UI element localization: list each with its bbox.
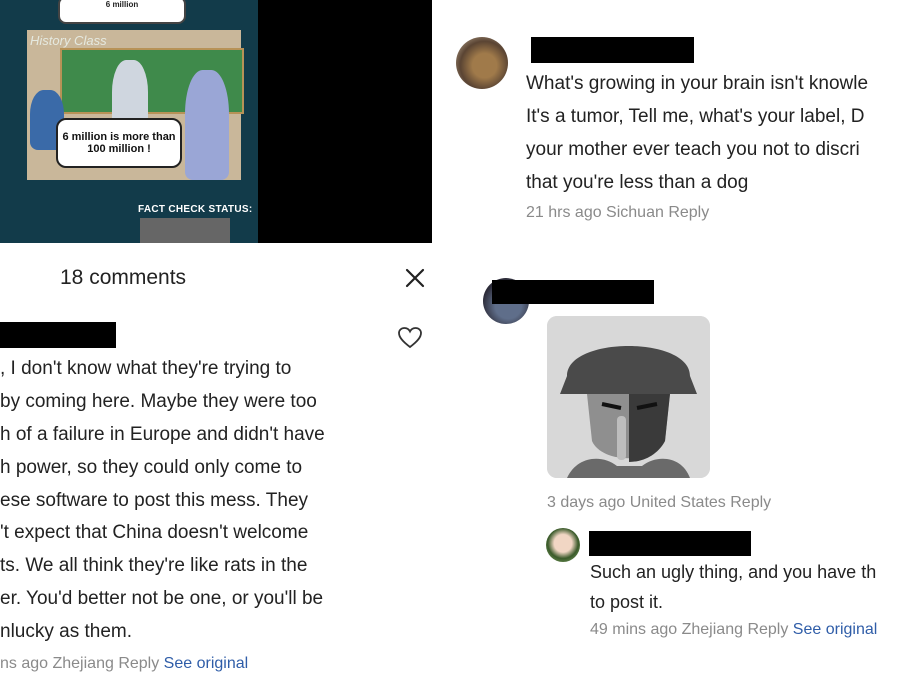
speech-bubble-top: 6 million <box>58 0 186 24</box>
meme-poster: History Class 6 million 6 million is mor… <box>0 0 258 243</box>
comment-time-location: 21 hrs ago Sichuan <box>526 204 664 221</box>
reply-button[interactable]: Reply <box>747 621 788 638</box>
reply-button[interactable]: Reply <box>668 204 709 221</box>
comment-line: h power, so they could only come to <box>0 457 303 478</box>
reply-line: Such an ugly thing, and you have th <box>590 562 877 582</box>
comment-time-location: 49 mins ago Zhejiang <box>590 621 743 638</box>
see-original-link[interactable]: See original <box>164 655 249 672</box>
redacted-username <box>531 37 694 63</box>
comment-meta: 49 mins ago Zhejiang Reply See original <box>590 621 877 639</box>
comment-line: , I don't know what they're trying to <box>0 358 292 379</box>
comment-line: It's a tumor, Tell me, what's your label… <box>526 106 865 127</box>
comment-meta: ns ago Zhejiang Reply See original <box>0 655 248 673</box>
comment-image[interactable] <box>547 316 710 478</box>
heart-icon[interactable] <box>396 325 424 351</box>
fact-check-image <box>140 218 230 243</box>
comment-line: er. You'd better not be one, or you'll b… <box>0 588 324 609</box>
comment-line: ese software to post this mess. They <box>0 490 309 511</box>
fact-check-label: FACT CHECK STATUS: <box>138 204 253 215</box>
soldier-illustration <box>547 316 710 478</box>
comment-line: h of a failure in Europe and didn't have <box>0 424 325 445</box>
avatar[interactable] <box>546 528 580 562</box>
comment-line: What's growing in your brain isn't knowl… <box>526 73 869 94</box>
comment-time-location: 3 days ago United States <box>547 494 726 511</box>
reply-button[interactable]: Reply <box>730 494 771 511</box>
speech-bubble: 6 million is more than 100 million ! <box>56 118 182 168</box>
post-image[interactable]: History Class 6 million 6 million is mor… <box>0 0 432 243</box>
comment-time-location: ns ago Zhejiang <box>0 655 114 672</box>
board-caption: History Class <box>30 33 107 48</box>
redacted-username <box>0 322 116 348</box>
comment-line: ts. We all think they're like rats in th… <box>0 555 308 576</box>
comments-count-title: 18 comments <box>60 266 187 289</box>
reply-line: to post it. <box>590 592 664 612</box>
reply-button[interactable]: Reply <box>118 655 159 672</box>
comment-line: by coming here. Maybe they were too <box>0 391 317 412</box>
see-original-link[interactable]: See original <box>793 621 878 638</box>
comment-line: nlucky as them. <box>0 621 132 642</box>
comment-line: that you're less than a dog <box>526 172 749 193</box>
redacted-username <box>589 531 751 556</box>
redacted-username <box>492 280 654 304</box>
comment-meta: 21 hrs ago Sichuan Reply <box>526 204 709 222</box>
student-figure <box>185 70 229 180</box>
comment-meta: 3 days ago United States Reply <box>547 494 771 512</box>
avatar[interactable] <box>456 37 508 89</box>
comment-line: 't expect that China doesn't welcome <box>0 522 309 543</box>
close-icon[interactable] <box>402 265 428 291</box>
comment-line: your mother ever teach you not to discri <box>526 139 860 160</box>
